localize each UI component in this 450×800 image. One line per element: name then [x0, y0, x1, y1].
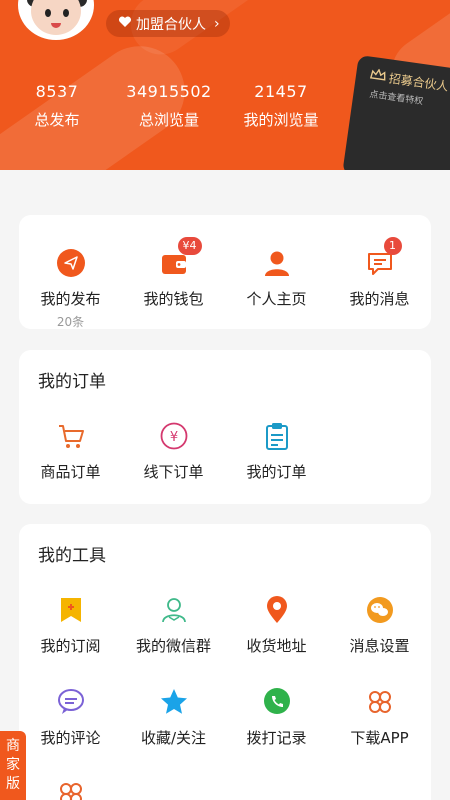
product-orders-label: 商品订单 — [40, 463, 101, 481]
person-icon — [261, 247, 293, 279]
favorites-follow-button[interactable]: 收藏/关注 — [122, 686, 225, 748]
my-comments-label: 我的评论 — [40, 729, 101, 747]
my-wallet-button[interactable]: ¥4 我的钱包 — [122, 237, 225, 309]
shipping-address-label: 收货地址 — [246, 637, 307, 655]
stats-row: 8537 总发布 34915502 总浏览量 21457 我的浏览量 — [0, 82, 340, 142]
paper-plane-icon — [55, 247, 87, 279]
my-comments-button[interactable]: 我的评论 — [19, 686, 122, 748]
wechat-settings-icon — [364, 594, 396, 626]
stat-value: 21457 — [254, 82, 308, 101]
shopping-cart-icon — [55, 420, 87, 452]
my-orders-label: 我的订单 — [246, 463, 307, 481]
message-settings-label: 消息设置 — [349, 637, 410, 655]
message-icon: 1 — [364, 237, 402, 279]
my-orders-button[interactable]: 我的订单 — [225, 420, 328, 482]
messages-badge: 1 — [383, 237, 402, 255]
stat-value: 8537 — [35, 82, 79, 101]
avatar[interactable] — [18, 0, 94, 40]
join-partner-button[interactable]: 加盟合伙人 › — [106, 10, 230, 37]
wallet-icon: ¥4 — [158, 237, 202, 279]
chevron-right-icon: › — [214, 15, 220, 32]
clipboard-icon — [261, 420, 293, 452]
merchant-version-tab[interactable]: 商家版 — [0, 731, 26, 800]
personal-homepage-label: 个人主页 — [246, 290, 307, 308]
offline-orders-label: 线下订单 — [143, 463, 204, 481]
my-posts-count: 20条 — [56, 315, 85, 329]
my-subscriptions-button[interactable]: 我的订阅 — [19, 594, 122, 656]
wallet-badge: ¥4 — [177, 237, 202, 255]
call-records-button[interactable]: 拨打记录 — [225, 686, 328, 748]
tools-card: 我的工具 我的订阅 我的微信群 收货地址 消息设置 我的评论 收藏/关注 拨打记… — [19, 524, 431, 800]
crown-icon — [369, 68, 387, 85]
join-partner-label: 加盟合伙人 — [136, 16, 206, 33]
group-icon — [158, 594, 190, 626]
shipping-address-button[interactable]: 收货地址 — [225, 594, 328, 656]
my-subscriptions-label: 我的订阅 — [40, 637, 101, 655]
orders-card: 我的订单 商品订单 ¥ 线下订单 我的订单 — [19, 350, 431, 504]
clover-icon — [55, 778, 87, 800]
my-wechat-groups-button[interactable]: 我的微信群 — [122, 594, 225, 656]
personal-homepage-button[interactable]: 个人主页 — [225, 247, 328, 309]
call-records-label: 拨打记录 — [246, 729, 307, 747]
offline-orders-button[interactable]: ¥ 线下订单 — [122, 420, 225, 482]
my-wallet-label: 我的钱包 — [143, 290, 204, 308]
stat-label: 总发布 — [34, 111, 80, 129]
stat-my-views[interactable]: 21457 我的浏览量 — [226, 82, 336, 130]
my-posts-label: 我的发布 — [40, 290, 101, 308]
my-messages-label: 我的消息 — [349, 290, 410, 308]
main-content: 我的发布 20条 ¥4 我的钱包 个人主页 1 我的消息 我的订单 商品订单 ¥… — [0, 172, 450, 800]
profile-header: 加盟合伙人 › 8537 总发布 34915502 总浏览量 21457 我的浏… — [0, 0, 450, 170]
favorites-follow-label: 收藏/关注 — [140, 729, 207, 747]
my-posts-button[interactable]: 我的发布 20条 — [19, 247, 122, 330]
message-settings-button[interactable]: 消息设置 — [328, 594, 431, 656]
stat-label: 我的浏览量 — [243, 111, 319, 129]
quick-actions-card: 我的发布 20条 ¥4 我的钱包 个人主页 1 我的消息 — [19, 215, 431, 329]
stat-total-posts[interactable]: 8537 总发布 — [2, 82, 112, 130]
bookmark-icon — [55, 594, 87, 626]
handshake-heart-icon — [118, 15, 132, 33]
stat-total-views[interactable]: 34915502 总浏览量 — [114, 82, 224, 130]
star-icon — [158, 686, 190, 718]
tools-title: 我的工具 — [38, 546, 106, 566]
product-orders-button[interactable]: 商品订单 — [19, 420, 122, 482]
recruit-partner-card[interactable]: 招募合伙人 点击查看特权 — [342, 54, 450, 170]
whatsapp-phone-icon — [261, 686, 293, 718]
svg-text:¥: ¥ — [169, 430, 177, 445]
stat-label: 总浏览量 — [138, 111, 199, 129]
more-tool-button[interactable] — [19, 778, 122, 800]
download-app-label: 下载APP — [350, 729, 409, 747]
my-wechat-groups-label: 我的微信群 — [135, 637, 211, 655]
yuan-coin-icon: ¥ — [158, 420, 190, 452]
comment-icon — [55, 686, 87, 718]
stat-value: 34915502 — [126, 82, 212, 101]
location-pin-icon — [261, 594, 293, 626]
clover-icon — [364, 686, 396, 718]
orders-title: 我的订单 — [38, 372, 106, 392]
my-messages-button[interactable]: 1 我的消息 — [328, 237, 431, 309]
download-app-button[interactable]: 下载APP — [328, 686, 431, 748]
